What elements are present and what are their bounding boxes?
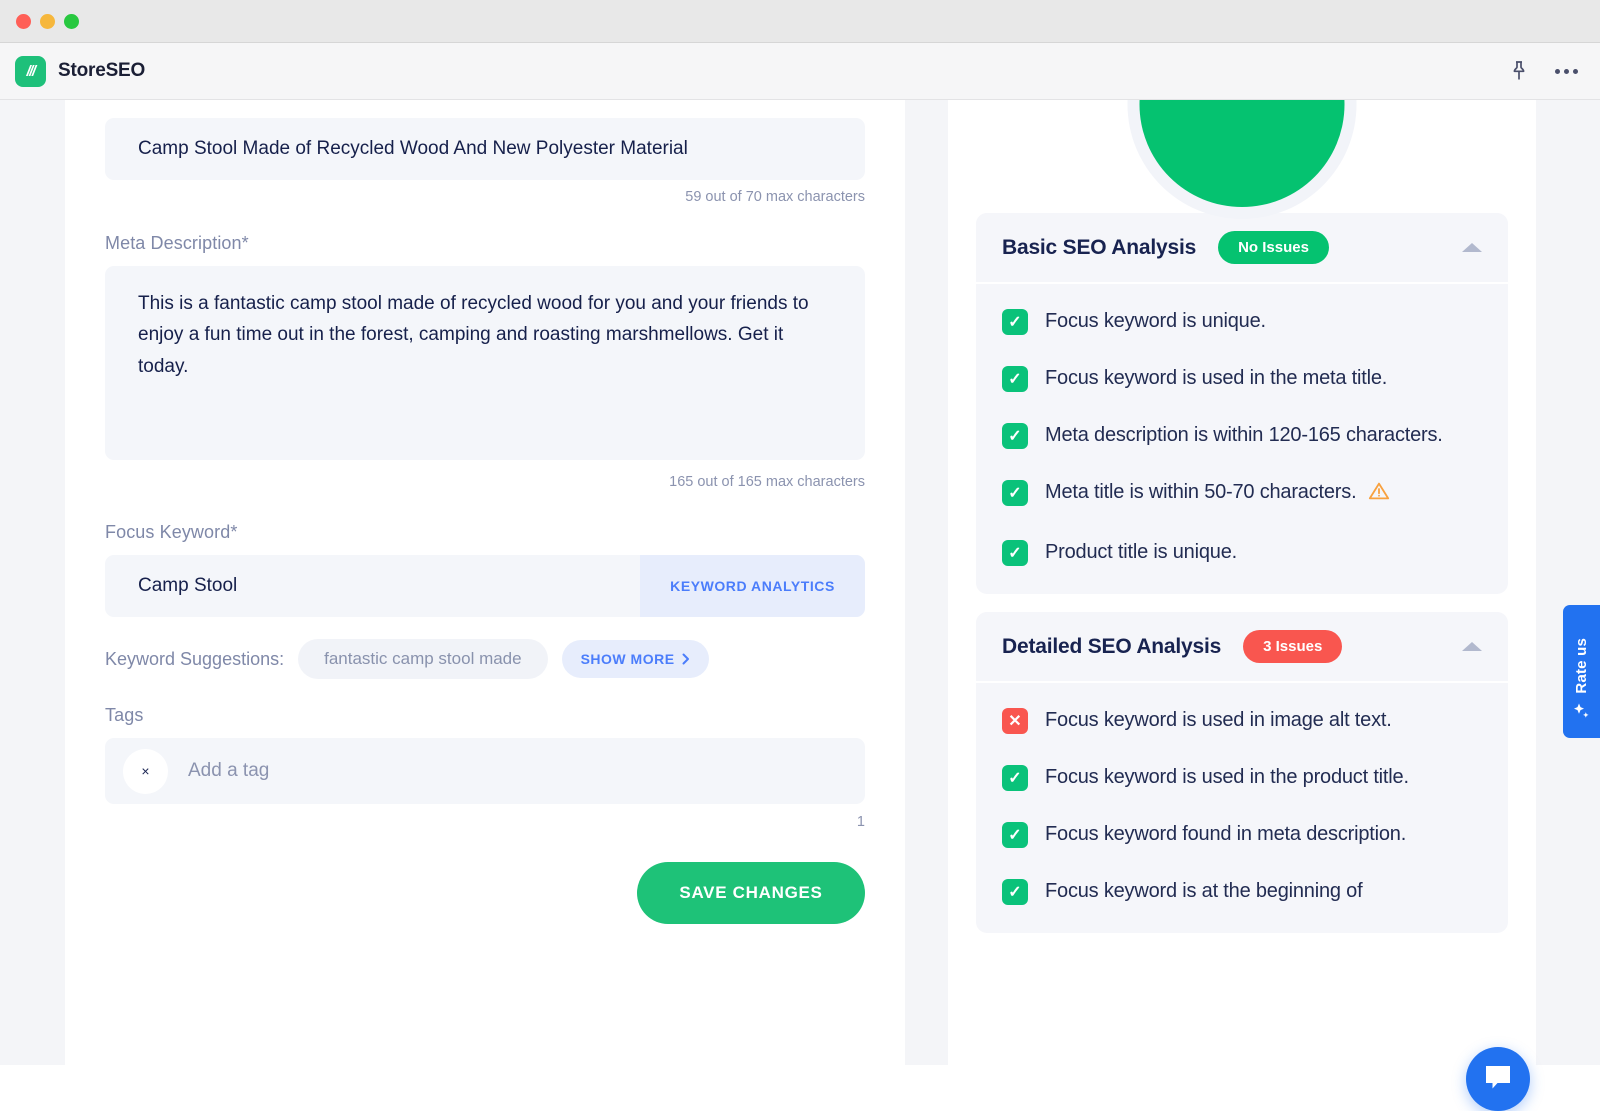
seo-analysis-panel: Basic SEO Analysis No Issues ✓ Focus key… bbox=[948, 100, 1536, 1065]
app-top-bar: /// StoreSEO bbox=[0, 43, 1600, 100]
check-pass-icon: ✓ bbox=[1002, 366, 1028, 392]
focus-keyword-label: Focus Keyword* bbox=[105, 522, 238, 542]
close-window-button[interactable] bbox=[16, 14, 31, 29]
maximize-window-button[interactable] bbox=[64, 14, 79, 29]
window-title-bar bbox=[0, 0, 1600, 43]
meta-title-counter: 59 out of 70 max characters bbox=[685, 189, 865, 205]
status-badge-detailed: 3 Issues bbox=[1243, 630, 1343, 663]
rate-us-tab[interactable]: Rate us bbox=[1563, 605, 1600, 738]
analysis-card-detailed: Detailed SEO Analysis 3 Issues ✕ Focus k… bbox=[976, 612, 1508, 933]
chat-bubble-icon bbox=[1483, 1063, 1513, 1096]
analysis-card-basic: Basic SEO Analysis No Issues ✓ Focus key… bbox=[976, 213, 1508, 594]
analysis-item-text: Focus keyword found in meta description. bbox=[1045, 823, 1407, 845]
analysis-title-basic: Basic SEO Analysis bbox=[1002, 235, 1197, 259]
keyword-suggestions-row: Keyword Suggestions: fantastic camp stoo… bbox=[105, 639, 865, 679]
analysis-title-detailed: Detailed SEO Analysis bbox=[1002, 634, 1222, 658]
check-pass-icon: ✓ bbox=[1002, 480, 1028, 506]
page-body: 59 out of 70 max characters Meta Descrip… bbox=[0, 100, 1600, 1111]
analysis-item-text: Meta description is within 120-165 chara… bbox=[1045, 424, 1443, 446]
keyword-suggestion-chip[interactable]: fantastic camp stool made bbox=[298, 639, 548, 679]
analysis-header-detailed[interactable]: Detailed SEO Analysis 3 Issues bbox=[976, 612, 1508, 683]
sparkles-icon bbox=[1572, 702, 1591, 726]
collapse-chevron-detailed[interactable] bbox=[1462, 642, 1482, 651]
add-tag-input[interactable] bbox=[188, 760, 847, 782]
status-badge-basic: No Issues bbox=[1218, 231, 1329, 264]
app-title: StoreSEO bbox=[58, 60, 146, 81]
analysis-header-basic[interactable]: Basic SEO Analysis No Issues bbox=[976, 213, 1508, 284]
check-pass-icon: ✓ bbox=[1002, 822, 1028, 848]
check-pass-icon: ✓ bbox=[1002, 540, 1028, 566]
tags-input-box[interactable]: × bbox=[105, 738, 865, 804]
analysis-item: ✓ Meta description is within 120-165 cha… bbox=[1002, 420, 1482, 451]
show-more-label: SHOW MORE bbox=[580, 651, 675, 667]
analysis-item-text: Focus keyword is unique. bbox=[1045, 310, 1266, 332]
warning-triangle-icon[interactable] bbox=[1368, 480, 1390, 511]
focus-keyword-row: KEYWORD ANALYTICS bbox=[105, 555, 865, 617]
check-pass-icon: ✓ bbox=[1002, 765, 1028, 791]
keyword-suggestions-label: Keyword Suggestions: bbox=[105, 648, 285, 669]
analysis-item: ✓ Focus keyword is used in the meta titl… bbox=[1002, 363, 1482, 394]
analysis-item: ✓ Focus keyword found in meta descriptio… bbox=[1002, 819, 1482, 850]
traffic-lights bbox=[16, 14, 79, 29]
more-options-icon[interactable] bbox=[1555, 68, 1578, 74]
save-changes-button[interactable]: SAVE CHANGES bbox=[637, 862, 865, 924]
keyword-analytics-button[interactable]: KEYWORD ANALYTICS bbox=[640, 555, 865, 617]
tags-label: Tags bbox=[105, 705, 144, 725]
analysis-item: ✓ Focus keyword is used in the product t… bbox=[1002, 762, 1482, 793]
analysis-item-label: Meta title is within 50-70 characters. bbox=[1045, 481, 1357, 503]
analysis-item-text: Focus keyword is used in the product tit… bbox=[1045, 766, 1409, 788]
rate-us-label: Rate us bbox=[1573, 638, 1590, 694]
analysis-item-text: Focus keyword is at the beginning of bbox=[1045, 880, 1363, 902]
analysis-item: ✓ Product title is unique. bbox=[1002, 537, 1482, 568]
brand: /// StoreSEO bbox=[15, 55, 146, 87]
meta-description-input[interactable]: This is a fantastic camp stool made of r… bbox=[105, 266, 865, 460]
analysis-item: ✕ Focus keyword is used in image alt tex… bbox=[1002, 705, 1482, 736]
analysis-item-text: Product title is unique. bbox=[1045, 541, 1237, 563]
chat-bubble-button[interactable] bbox=[1466, 1047, 1530, 1111]
analysis-list-detailed: ✕ Focus keyword is used in image alt tex… bbox=[976, 683, 1508, 933]
analysis-item-text: Meta title is within 50-70 characters. bbox=[1045, 477, 1390, 511]
meta-description-label: Meta Description* bbox=[105, 233, 249, 253]
focus-keyword-input[interactable] bbox=[105, 555, 640, 617]
check-pass-icon: ✓ bbox=[1002, 309, 1028, 335]
remove-tag-button[interactable]: × bbox=[123, 748, 168, 794]
show-more-suggestions-button[interactable]: SHOW MORE bbox=[561, 640, 709, 678]
analysis-item-text: Focus keyword is used in the meta title. bbox=[1045, 367, 1388, 389]
meta-description-counter: 165 out of 165 max characters bbox=[669, 474, 865, 490]
check-pass-icon: ✓ bbox=[1002, 423, 1028, 449]
analysis-list-basic: ✓ Focus keyword is unique. ✓ Focus keywo… bbox=[976, 284, 1508, 594]
analysis-item-text: Focus keyword is used in image alt text. bbox=[1045, 709, 1392, 731]
meta-title-input[interactable] bbox=[105, 118, 865, 180]
collapse-chevron-basic[interactable] bbox=[1462, 243, 1482, 252]
pin-icon[interactable] bbox=[1509, 60, 1529, 82]
analysis-item: ✓ Focus keyword is at the beginning of bbox=[1002, 876, 1482, 907]
storeseo-logo-icon: /// bbox=[15, 55, 46, 87]
analysis-item: ✓ Meta title is within 50-70 characters. bbox=[1002, 477, 1482, 511]
analysis-item: ✓ Focus keyword is unique. bbox=[1002, 306, 1482, 337]
tags-counter: 1 bbox=[856, 814, 865, 830]
chevron-right-icon bbox=[682, 653, 689, 665]
cross-fail-icon: ✕ bbox=[1002, 708, 1028, 734]
topbar-actions bbox=[1509, 60, 1578, 82]
minimize-window-button[interactable] bbox=[40, 14, 55, 29]
check-pass-icon: ✓ bbox=[1002, 879, 1028, 905]
seo-edit-card: 59 out of 70 max characters Meta Descrip… bbox=[65, 100, 905, 1065]
